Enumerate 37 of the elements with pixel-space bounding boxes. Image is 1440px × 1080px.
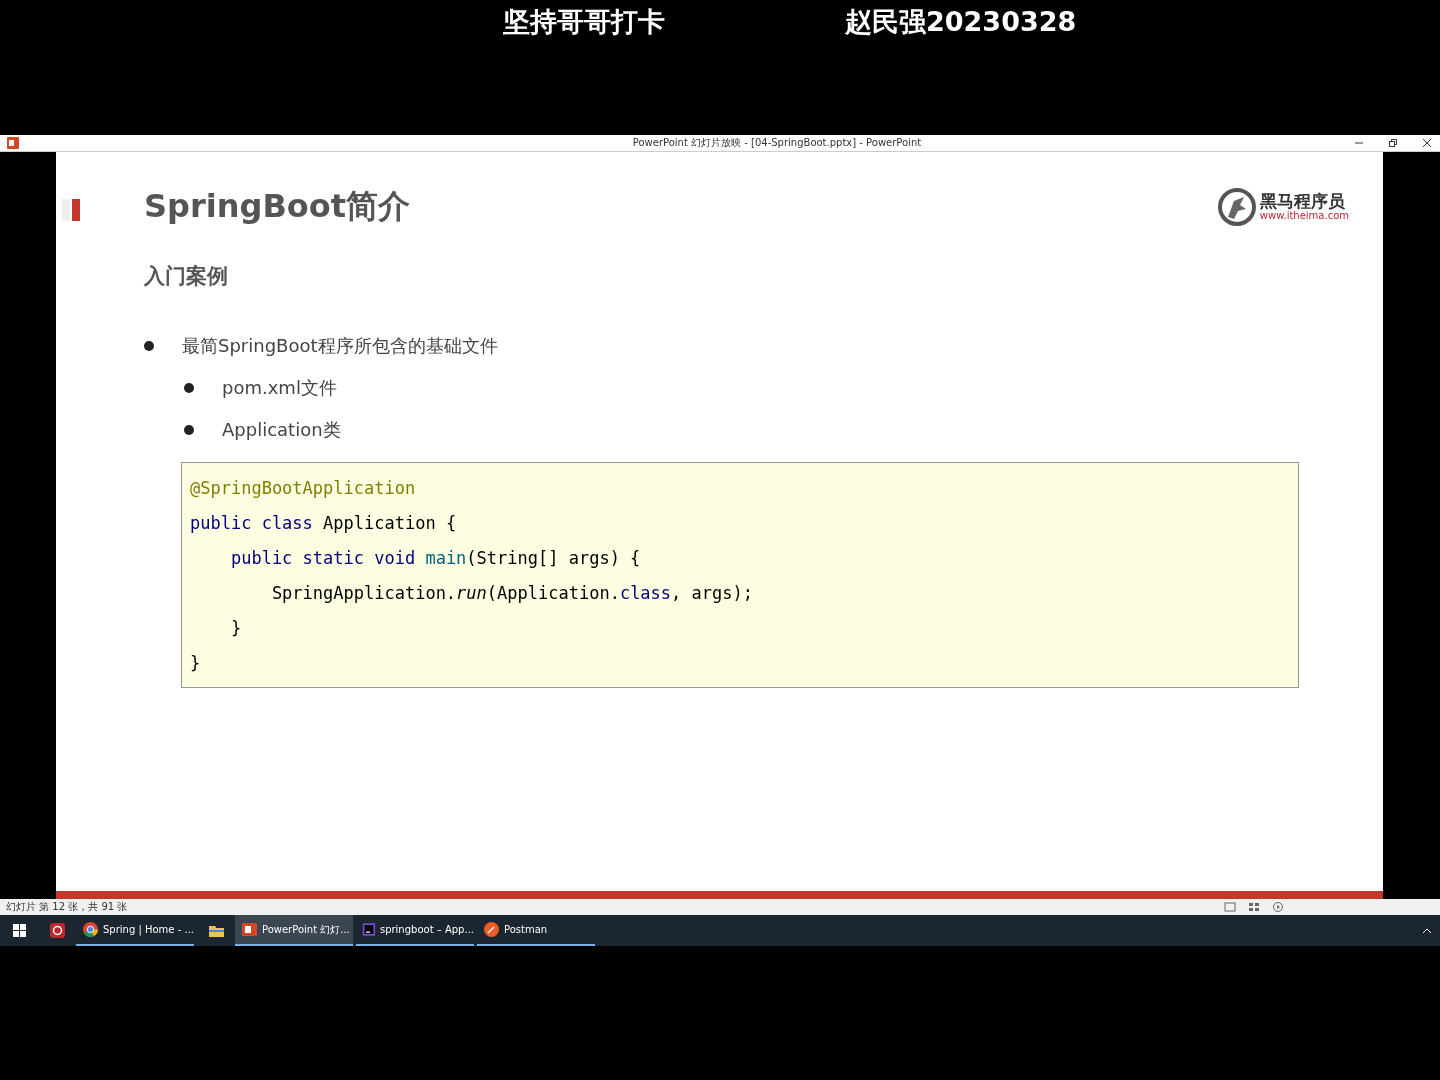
logo-name: 黑马程序员 (1259, 192, 1346, 210)
code-line: } (190, 652, 202, 675)
caption-text: 坚持哥哥打卡 (503, 5, 665, 39)
logo-url: www.itheima.com (1259, 210, 1349, 222)
powerpoint-icon (241, 921, 258, 938)
restore-icon[interactable] (1388, 138, 1398, 148)
caption-text: 赵民强20230328 (845, 5, 1077, 39)
slide-counter: 幻灯片 第 12 张，共 91 张 (6, 900, 128, 914)
app-icon (48, 922, 66, 939)
window-title: PowerPoint 幻灯片放映 - [04-SpringBoot.pptx] - PowerPoint (631, 136, 923, 150)
bullet-text: 最简SpringBoot程序所包含的基础文件 (182, 334, 498, 358)
taskbar-button[interactable]: Spring | Home - ... (76, 915, 194, 946)
bullet-icon (184, 383, 194, 393)
chrome-icon (82, 921, 99, 938)
close-icon[interactable] (1422, 138, 1432, 148)
code-line: SpringApplication.run(Application.class, args); (270, 582, 754, 605)
slide-subtitle: 入门案例 (144, 263, 229, 290)
code-line: } (229, 617, 243, 640)
bullet-text: pom.xml文件 (222, 376, 337, 400)
postman-icon (483, 921, 500, 938)
horse-logo-icon (1215, 187, 1258, 227)
taskbar-button[interactable]: PowerPoint 幻灯... (235, 915, 353, 946)
code-line: public class Application { (190, 512, 458, 535)
slide-sorter-icon[interactable] (1248, 902, 1260, 912)
windows-icon (10, 922, 28, 939)
normal-view-icon[interactable] (1224, 902, 1236, 912)
code-line: public static void main(String[] args) { (229, 547, 642, 570)
chevron-up-icon[interactable] (1422, 927, 1432, 934)
slide-title: SpringBoot简介 (144, 186, 411, 227)
code-line: @SpringBootApplication (190, 477, 417, 500)
play-icon[interactable] (1272, 902, 1284, 912)
intellij-icon (362, 921, 376, 938)
bullet-text: Application类 (222, 418, 341, 442)
taskbar-button[interactable]: Postman (477, 915, 595, 946)
bullet-icon (144, 341, 154, 351)
taskbar-button[interactable]: springboot – App... (356, 915, 474, 946)
bullet-icon (184, 425, 194, 435)
